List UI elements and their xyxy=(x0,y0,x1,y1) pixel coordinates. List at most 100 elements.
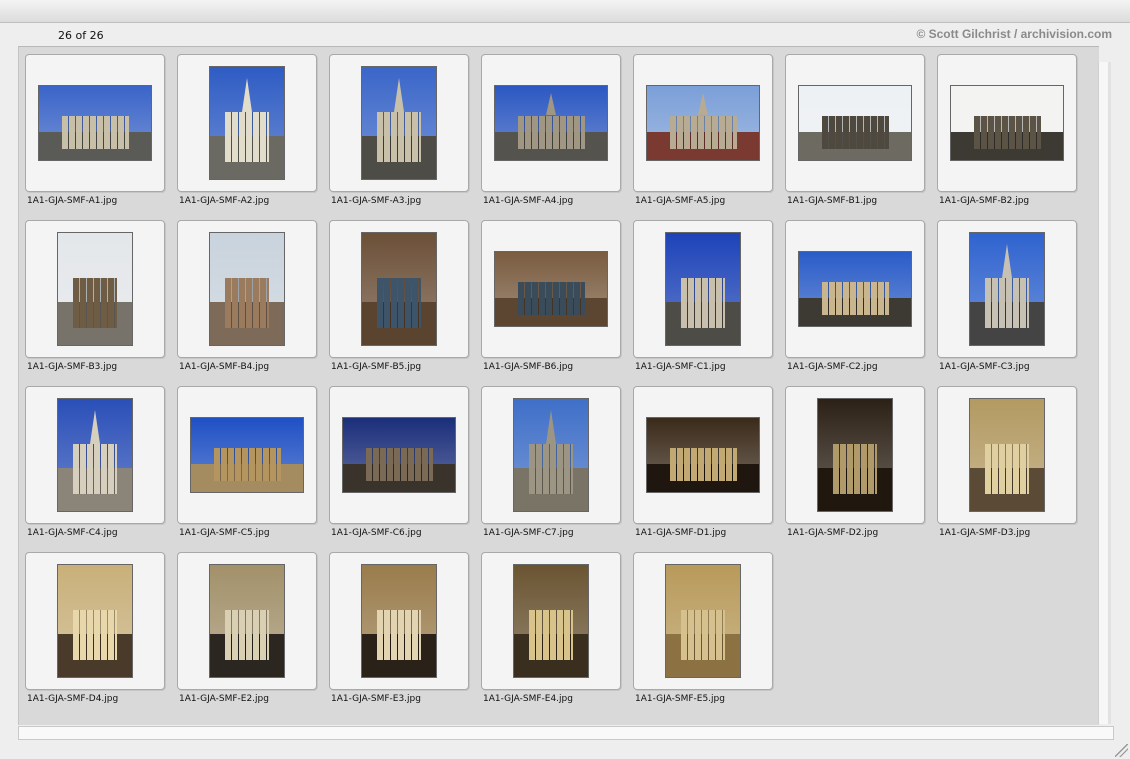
thumbnail-item[interactable]: 1A1-GJA-SMF-A5.jpg xyxy=(633,54,785,220)
thumbnail-item[interactable]: 1A1-GJA-SMF-D2.jpg xyxy=(785,386,937,552)
thumbnail-card[interactable] xyxy=(177,54,317,192)
thumbnail-grid: 1A1-GJA-SMF-A1.jpg 1A1-GJA-SMF-A2.jpg 1A1-… xyxy=(25,54,1089,718)
thumbnail-image[interactable] xyxy=(969,232,1045,346)
thumbnail-image[interactable] xyxy=(209,564,285,678)
thumbnail-image[interactable] xyxy=(38,85,152,161)
thumbnail-image[interactable] xyxy=(798,251,912,327)
thumbnail-item[interactable]: 1A1-GJA-SMF-B4.jpg xyxy=(177,220,329,386)
thumbnail-filename: 1A1-GJA-SMF-D3.jpg xyxy=(939,528,1031,538)
thumbnail-image[interactable] xyxy=(494,251,608,327)
thumbnail-image[interactable] xyxy=(342,417,456,493)
thumbnail-item[interactable]: 1A1-GJA-SMF-C1.jpg xyxy=(633,220,785,386)
thumbnail-item[interactable]: 1A1-GJA-SMF-A4.jpg xyxy=(481,54,633,220)
thumbnail-item[interactable]: 1A1-GJA-SMF-C2.jpg xyxy=(785,220,937,386)
thumbnail-card[interactable] xyxy=(937,220,1077,358)
thumbnail-item[interactable]: 1A1-GJA-SMF-B2.jpg xyxy=(937,54,1089,220)
thumbnail-card[interactable] xyxy=(25,552,165,690)
thumbnail-card[interactable] xyxy=(937,386,1077,524)
thumbnail-image[interactable] xyxy=(969,398,1045,512)
thumbnail-item[interactable]: 1A1-GJA-SMF-A2.jpg xyxy=(177,54,329,220)
thumbnail-image[interactable] xyxy=(665,564,741,678)
thumbnail-item[interactable]: 1A1-GJA-SMF-B3.jpg xyxy=(25,220,177,386)
thumbnail-item[interactable]: 1A1-GJA-SMF-D3.jpg xyxy=(937,386,1089,552)
thumbnail-card[interactable] xyxy=(25,220,165,358)
thumbnail-panel: 1A1-GJA-SMF-A1.jpg 1A1-GJA-SMF-A2.jpg 1A1-… xyxy=(18,46,1099,725)
thumbnail-filename: 1A1-GJA-SMF-A2.jpg xyxy=(179,196,270,206)
thumbnail-filename: 1A1-GJA-SMF-C7.jpg xyxy=(483,528,574,538)
thumbnail-item[interactable]: 1A1-GJA-SMF-B6.jpg xyxy=(481,220,633,386)
thumbnail-card[interactable] xyxy=(633,386,773,524)
thumbnail-card[interactable] xyxy=(329,386,469,524)
thumbnail-item[interactable]: 1A1-GJA-SMF-A3.jpg xyxy=(329,54,481,220)
thumbnail-card[interactable] xyxy=(329,220,469,358)
thumbnail-item[interactable]: 1A1-GJA-SMF-B5.jpg xyxy=(329,220,481,386)
thumbnail-image[interactable] xyxy=(950,85,1064,161)
thumbnail-image[interactable] xyxy=(57,232,133,346)
thumbnail-image[interactable] xyxy=(209,66,285,180)
thumbnail-item[interactable]: 1A1-GJA-SMF-B1.jpg xyxy=(785,54,937,220)
thumbnail-card[interactable] xyxy=(785,54,925,192)
thumbnail-filename: 1A1-GJA-SMF-E2.jpg xyxy=(179,694,269,704)
thumbnail-image[interactable] xyxy=(646,417,760,493)
thumbnail-card[interactable] xyxy=(633,220,773,358)
thumbnail-item[interactable]: 1A1-GJA-SMF-C5.jpg xyxy=(177,386,329,552)
thumbnail-item[interactable]: 1A1-GJA-SMF-A1.jpg xyxy=(25,54,177,220)
thumbnail-card[interactable] xyxy=(481,552,621,690)
thumbnail-image[interactable] xyxy=(209,232,285,346)
thumbnail-card[interactable] xyxy=(937,54,1077,192)
thumbnail-item[interactable]: 1A1-GJA-SMF-D4.jpg xyxy=(25,552,177,718)
thumbnail-image[interactable] xyxy=(817,398,893,512)
thumbnail-card[interactable] xyxy=(633,54,773,192)
thumbnail-card[interactable] xyxy=(177,220,317,358)
thumbnail-filename: 1A1-GJA-SMF-A4.jpg xyxy=(483,196,574,206)
thumbnail-image[interactable] xyxy=(494,85,608,161)
thumbnail-card[interactable] xyxy=(785,220,925,358)
thumbnail-card[interactable] xyxy=(481,220,621,358)
thumbnail-image[interactable] xyxy=(57,564,133,678)
thumbnail-card[interactable] xyxy=(633,552,773,690)
thumbnail-card[interactable] xyxy=(785,386,925,524)
thumbnail-image[interactable] xyxy=(361,66,437,180)
thumbnail-item[interactable]: 1A1-GJA-SMF-E2.jpg xyxy=(177,552,329,718)
thumbnail-filename: 1A1-GJA-SMF-D1.jpg xyxy=(635,528,727,538)
thumbnail-image[interactable] xyxy=(513,564,589,678)
thumbnail-card[interactable] xyxy=(177,552,317,690)
thumbnail-image[interactable] xyxy=(646,85,760,161)
resize-grip-icon[interactable] xyxy=(1115,744,1128,757)
thumbnail-item[interactable]: 1A1-GJA-SMF-D1.jpg xyxy=(633,386,785,552)
thumbnail-image[interactable] xyxy=(361,564,437,678)
thumbnail-card[interactable] xyxy=(25,54,165,192)
thumbnail-filename: 1A1-GJA-SMF-B4.jpg xyxy=(179,362,270,372)
thumbnail-card[interactable] xyxy=(481,386,621,524)
thumbnail-filename: 1A1-GJA-SMF-C6.jpg xyxy=(331,528,422,538)
thumbnail-image[interactable] xyxy=(361,232,437,346)
thumbnail-filename: 1A1-GJA-SMF-B6.jpg xyxy=(483,362,574,372)
horizontal-scrollbar[interactable] xyxy=(18,726,1114,740)
thumbnail-image[interactable] xyxy=(513,398,589,512)
thumbnail-filename: 1A1-GJA-SMF-D4.jpg xyxy=(27,694,119,704)
thumbnail-filename: 1A1-GJA-SMF-C4.jpg xyxy=(27,528,118,538)
thumbnail-card[interactable] xyxy=(329,552,469,690)
thumbnail-filename: 1A1-GJA-SMF-E3.jpg xyxy=(331,694,421,704)
thumbnail-item[interactable]: 1A1-GJA-SMF-C4.jpg xyxy=(25,386,177,552)
thumbnail-card[interactable] xyxy=(329,54,469,192)
thumbnail-card[interactable] xyxy=(25,386,165,524)
scrollbar-edge xyxy=(1108,62,1111,724)
thumbnail-image[interactable] xyxy=(798,85,912,161)
thumbnail-filename: 1A1-GJA-SMF-C1.jpg xyxy=(635,362,726,372)
thumbnail-image[interactable] xyxy=(665,232,741,346)
thumbnail-item[interactable]: 1A1-GJA-SMF-E3.jpg xyxy=(329,552,481,718)
thumbnail-item[interactable]: 1A1-GJA-SMF-E5.jpg xyxy=(633,552,785,718)
vertical-scrollbar[interactable] xyxy=(1098,62,1111,724)
thumbnail-filename: 1A1-GJA-SMF-A5.jpg xyxy=(635,196,726,206)
thumbnail-image[interactable] xyxy=(190,417,304,493)
thumbnail-card[interactable] xyxy=(481,54,621,192)
thumbnail-filename: 1A1-GJA-SMF-C5.jpg xyxy=(179,528,270,538)
thumbnail-item[interactable]: 1A1-GJA-SMF-C7.jpg xyxy=(481,386,633,552)
thumbnail-item[interactable]: 1A1-GJA-SMF-E4.jpg xyxy=(481,552,633,718)
thumbnail-image[interactable] xyxy=(57,398,133,512)
thumbnail-item[interactable]: 1A1-GJA-SMF-C6.jpg xyxy=(329,386,481,552)
thumbnail-card[interactable] xyxy=(177,386,317,524)
thumbnail-filename: 1A1-GJA-SMF-E4.jpg xyxy=(483,694,573,704)
thumbnail-item[interactable]: 1A1-GJA-SMF-C3.jpg xyxy=(937,220,1089,386)
